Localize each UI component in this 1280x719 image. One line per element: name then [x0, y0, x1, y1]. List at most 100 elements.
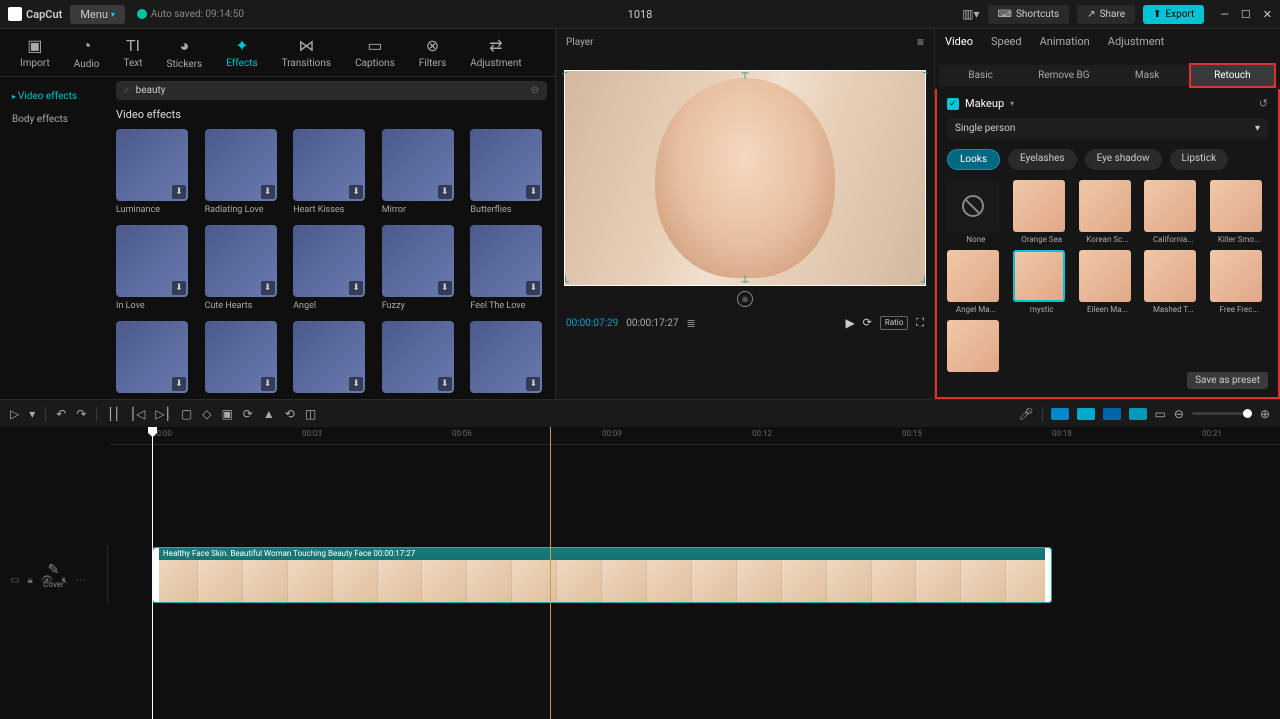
viewport-center-icon[interactable]: ⊕	[737, 291, 753, 307]
crop-handle[interactable]: ┘	[921, 277, 928, 288]
crop-handle[interactable]: ¬	[922, 68, 928, 79]
download-icon[interactable]: ⬇	[438, 185, 452, 199]
player-menu-icon[interactable]: ≡	[917, 35, 924, 49]
look-none[interactable]: None	[947, 180, 1005, 244]
subtab-removebg[interactable]: Remove BG	[1022, 65, 1105, 86]
tab-captions[interactable]: ▭Captions	[343, 32, 407, 73]
effect-item[interactable]: ⬇	[382, 321, 459, 393]
copy-icon[interactable]: ▣	[221, 407, 232, 421]
effect-item[interactable]: ⬇Cute Hearts	[205, 225, 282, 311]
effect-item[interactable]: ⬇Luminance	[116, 129, 193, 215]
preview-icon[interactable]: ▭	[1155, 407, 1166, 421]
tab-adjustment[interactable]: ⇄Adjustment	[458, 32, 533, 73]
layout-icon[interactable]: ▥▾	[962, 7, 979, 21]
export-button[interactable]: ⬆ Export	[1143, 5, 1204, 24]
snap-toggle-4[interactable]	[1129, 408, 1147, 420]
download-icon[interactable]: ⬇	[172, 377, 186, 391]
shield-icon[interactable]: ◇	[202, 407, 211, 421]
video-clip[interactable]: Healthy Face Skin. Beautiful Woman Touch…	[152, 547, 1052, 603]
download-icon[interactable]: ⬇	[172, 185, 186, 199]
download-icon[interactable]: ⬇	[349, 377, 363, 391]
effect-item[interactable]: ⬇Feel The Love	[470, 225, 547, 311]
pill-eyelashes[interactable]: Eyelashes	[1008, 149, 1077, 170]
download-icon[interactable]: ⬇	[438, 281, 452, 295]
effect-item[interactable]: ⬇In Love	[116, 225, 193, 311]
look-item[interactable]: Free Frec...	[1210, 250, 1268, 314]
subtab-retouch[interactable]: Retouch	[1189, 63, 1276, 88]
effect-item[interactable]: ⬇Angel	[293, 225, 370, 311]
crop-handle[interactable]: ⌐	[562, 68, 568, 79]
snap-toggle-1[interactable]	[1051, 408, 1069, 420]
subtab-basic[interactable]: Basic	[939, 65, 1022, 86]
person-select[interactable]: Single person ▾	[947, 118, 1268, 139]
zoom-in-icon[interactable]: ⊕	[1260, 407, 1270, 421]
select-tool-icon[interactable]: ▷	[10, 407, 19, 421]
chevron-down-icon[interactable]: ▾	[29, 407, 35, 421]
redo-icon[interactable]: ↷	[76, 407, 86, 421]
look-item[interactable]: Orange Sea	[1013, 180, 1071, 244]
sidebar-item-video-effects[interactable]: Video effects	[4, 85, 104, 108]
download-icon[interactable]: ⬇	[261, 281, 275, 295]
tab-import[interactable]: ▣Import	[8, 32, 62, 73]
timeline[interactable]: 00:00 00:03 00:06 00:09 00:12 00:15 00:1…	[0, 427, 1280, 719]
trim-right-icon[interactable]: ▷⎮	[155, 407, 170, 421]
shortcuts-button[interactable]: ⌨ Shortcuts	[988, 5, 1070, 24]
chevron-down-icon[interactable]: ▾	[1010, 99, 1014, 108]
mute-icon[interactable]: 🔇︎	[61, 575, 67, 586]
pill-lipstick[interactable]: Lipstick	[1170, 149, 1229, 170]
crop-icon[interactable]: ◫	[305, 407, 316, 421]
zoom-slider[interactable]	[1192, 412, 1252, 415]
effect-item[interactable]: ⬇Heart Kisses	[293, 129, 370, 215]
look-item[interactable]: Killer Smo...	[1210, 180, 1268, 244]
tab-effects[interactable]: ✦Effects	[214, 32, 269, 73]
effects-search[interactable]: ⌕ ⊖	[116, 81, 547, 100]
refresh-icon[interactable]: ⟳	[243, 407, 253, 421]
tab-text[interactable]: TIText	[111, 32, 154, 73]
rotate-icon[interactable]: ⟲	[285, 407, 295, 421]
look-item[interactable]: mystic	[1013, 250, 1071, 314]
delete-icon[interactable]: ▢	[181, 407, 192, 421]
play-button[interactable]: ▶	[845, 316, 854, 330]
effect-item[interactable]: ⬇	[205, 321, 282, 393]
eye-icon[interactable]: 👁︎	[41, 575, 54, 586]
reset-icon[interactable]: ↺	[1259, 97, 1268, 110]
pill-eyeshadow[interactable]: Eye shadow	[1085, 149, 1162, 170]
look-item[interactable]: Eileen Ma...	[1079, 250, 1137, 314]
effect-item[interactable]: ⬇Butterflies	[470, 129, 547, 215]
close-button[interactable]: ✕	[1263, 8, 1272, 21]
sidebar-item-body-effects[interactable]: Body effects	[4, 108, 104, 131]
player-viewport[interactable]: ⌐ ┬ ¬ └ ┴ ┘ ⊕	[564, 70, 926, 286]
inspector-tab-adjustment[interactable]: Adjustment	[1108, 35, 1165, 48]
pill-looks[interactable]: Looks	[947, 149, 1000, 170]
effect-item[interactable]: ⬇Mirror	[382, 129, 459, 215]
menu-button[interactable]: Menu	[70, 5, 125, 24]
tab-transitions[interactable]: ⋈Transitions	[270, 32, 343, 73]
clip-handle-right[interactable]	[1045, 548, 1051, 602]
effect-item[interactable]: ⬇	[470, 321, 547, 393]
scrub-line[interactable]	[550, 427, 551, 719]
tab-audio[interactable]: ◔Audio	[62, 32, 112, 74]
download-icon[interactable]: ⬇	[349, 185, 363, 199]
inspector-tab-video[interactable]: Video	[945, 35, 973, 48]
effect-item[interactable]: ⬇Fuzzy	[382, 225, 459, 311]
effect-item[interactable]: ⬇	[293, 321, 370, 393]
subtab-mask[interactable]: Mask	[1106, 65, 1189, 86]
tab-filters[interactable]: ⊗Filters	[407, 32, 459, 73]
download-icon[interactable]: ⬇	[261, 377, 275, 391]
more-icon[interactable]: ⋯	[76, 575, 86, 586]
snap-toggle-3[interactable]	[1103, 408, 1121, 420]
maximize-button[interactable]: ☐	[1241, 8, 1251, 21]
track-option-icon[interactable]: ▭	[10, 575, 19, 586]
look-item[interactable]: Korean Sc...	[1079, 180, 1137, 244]
split-icon[interactable]: ⎮⎮	[107, 407, 120, 421]
crop-handle[interactable]: └	[562, 277, 569, 288]
clip-handle-left[interactable]	[153, 548, 159, 602]
crop-handle[interactable]: ┴	[741, 277, 748, 288]
timeline-ruler[interactable]: 00:00 00:03 00:06 00:09 00:12 00:15 00:1…	[110, 427, 1280, 445]
crop-handle[interactable]: ┬	[741, 68, 748, 79]
share-button[interactable]: ↗ Share	[1077, 5, 1135, 24]
minimize-button[interactable]: —	[1220, 8, 1229, 21]
inspector-tab-animation[interactable]: Animation	[1040, 35, 1090, 48]
download-icon[interactable]: ⬇	[261, 185, 275, 199]
focus-icon[interactable]: ⟳	[863, 316, 872, 330]
